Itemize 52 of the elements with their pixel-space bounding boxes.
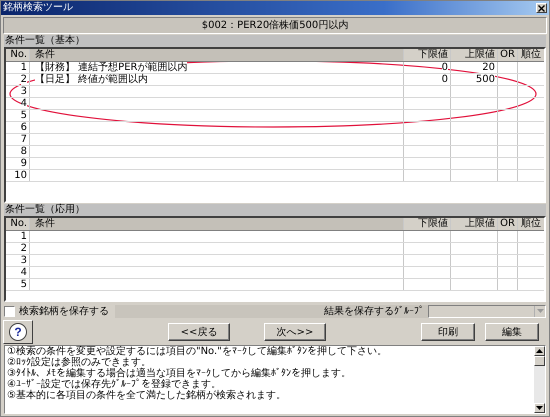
header-panel: $002：PER20倍株価500円以内	[3, 17, 547, 34]
help-line: ③ﾀｲﾄﾙ、ﾒﾓを編集する場合は適当な項目をﾏｰｸしてから編集ﾎﾞﾀﾝを押します。	[7, 368, 352, 379]
column-header: 順位	[520, 49, 542, 61]
column-header: 条件	[30, 218, 404, 230]
table-cell: 1	[20, 62, 27, 73]
column-header: OR	[498, 218, 518, 230]
table-cell: 500	[476, 74, 495, 85]
column-header: 順位	[520, 218, 542, 230]
column-header: 上限値	[451, 218, 498, 230]
table-cell: 9	[20, 158, 27, 169]
section-label: 条件一覧（応用）	[4, 204, 546, 216]
table-cell: 3	[20, 86, 27, 97]
caret-icon	[536, 309, 544, 313]
up-arrow-icon	[536, 349, 543, 353]
table-cell: 10	[14, 170, 27, 181]
column-header: 下限値	[404, 218, 451, 230]
group-label: 結果を保存するｸﾞﾙｰﾌﾟ	[324, 304, 424, 318]
column-header: OR	[498, 49, 518, 61]
section-label: 条件一覧（基本）	[4, 35, 546, 47]
column-header: 下限値	[404, 49, 451, 61]
scrollbar[interactable]	[534, 346, 545, 413]
help-line: ⑤基本的に各項目の条件を全て満たした銘柄が検索されます。	[7, 390, 287, 401]
close-button[interactable]	[536, 3, 547, 13]
column-header: 上限値	[451, 49, 498, 61]
save-checkbox[interactable]: 検索銘柄を保存する	[4, 304, 113, 318]
help-line: ④ﾕｰｻﾞｰ設定では保存先ｸﾞﾙｰﾌﾟを登録できます。	[7, 379, 221, 390]
action-button[interactable]: 編集	[485, 322, 539, 340]
table-cell: 5	[20, 110, 27, 121]
table-cell: 8	[20, 146, 27, 157]
help-button[interactable]: ?	[3, 320, 33, 344]
nav-button[interactable]: 次へ>>	[264, 322, 326, 340]
table-cell: 0	[442, 62, 448, 73]
table-cell: 4	[20, 98, 27, 109]
nav-button[interactable]: <<戻る	[168, 322, 230, 340]
table-cell: 2	[20, 74, 27, 85]
table-cell: 20	[482, 62, 495, 73]
table-cell: 4	[20, 267, 27, 278]
table-cell: 2	[20, 243, 27, 254]
table-cell: 3	[20, 255, 27, 266]
action-button[interactable]: 印刷	[421, 322, 475, 340]
table-cell: 7	[20, 134, 27, 145]
table-cell: 6	[20, 122, 27, 133]
column-header: 条件	[30, 49, 404, 61]
table-cell: 0	[442, 74, 448, 85]
scroll-thumb[interactable]	[534, 356, 545, 366]
down-arrow-icon	[536, 406, 543, 410]
table-cell: 【日足】 終値が範囲以内	[35, 74, 148, 85]
help-line: ②ﾛｯｸ設定は参照のみできます。	[7, 357, 151, 368]
table-cell: 5	[20, 279, 27, 290]
table-cell: 1	[20, 231, 27, 242]
group-dropdown[interactable]	[428, 304, 546, 318]
window-title: 銘柄検索ツール	[3, 2, 73, 14]
